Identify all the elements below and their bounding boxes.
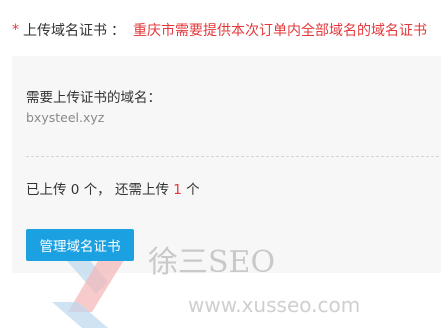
- field-label: 上传域名证书: [23, 23, 107, 39]
- upload-count-status: 已上传 0 个， 还需上传 1 个: [26, 178, 200, 198]
- dashed-divider: [26, 156, 441, 157]
- requirement-hint: 重庆市需要提供本次订单内全部域名的域名证书: [133, 23, 427, 39]
- upload-cert-header: * 上传域名证书 ： 重庆市需要提供本次订单内全部域名的域名证书: [12, 20, 427, 40]
- watermark-url: www.xusseo.com: [188, 293, 360, 317]
- watermark-brand: 徐三SEO: [148, 245, 275, 280]
- count-unit-1: 个，: [83, 182, 111, 198]
- domain-name: bxysteel.xyz: [26, 110, 105, 125]
- count-unit-2: 个: [186, 182, 200, 198]
- label-colon: ：: [111, 23, 125, 39]
- remaining-count: 1: [173, 182, 182, 198]
- count-prefix: 已上传: [26, 182, 67, 198]
- upload-panel: 需要上传证书的域名： bxysteel.xyz 已上传 0 个， 还需上传 1 …: [12, 56, 441, 328]
- uploaded-count: 0: [70, 182, 80, 198]
- domain-list-title: 需要上传证书的域名：: [26, 90, 161, 106]
- count-middle: 还需上传: [114, 182, 169, 198]
- manage-domain-cert-button[interactable]: 管理域名证书: [26, 229, 134, 261]
- required-mark: *: [12, 22, 19, 38]
